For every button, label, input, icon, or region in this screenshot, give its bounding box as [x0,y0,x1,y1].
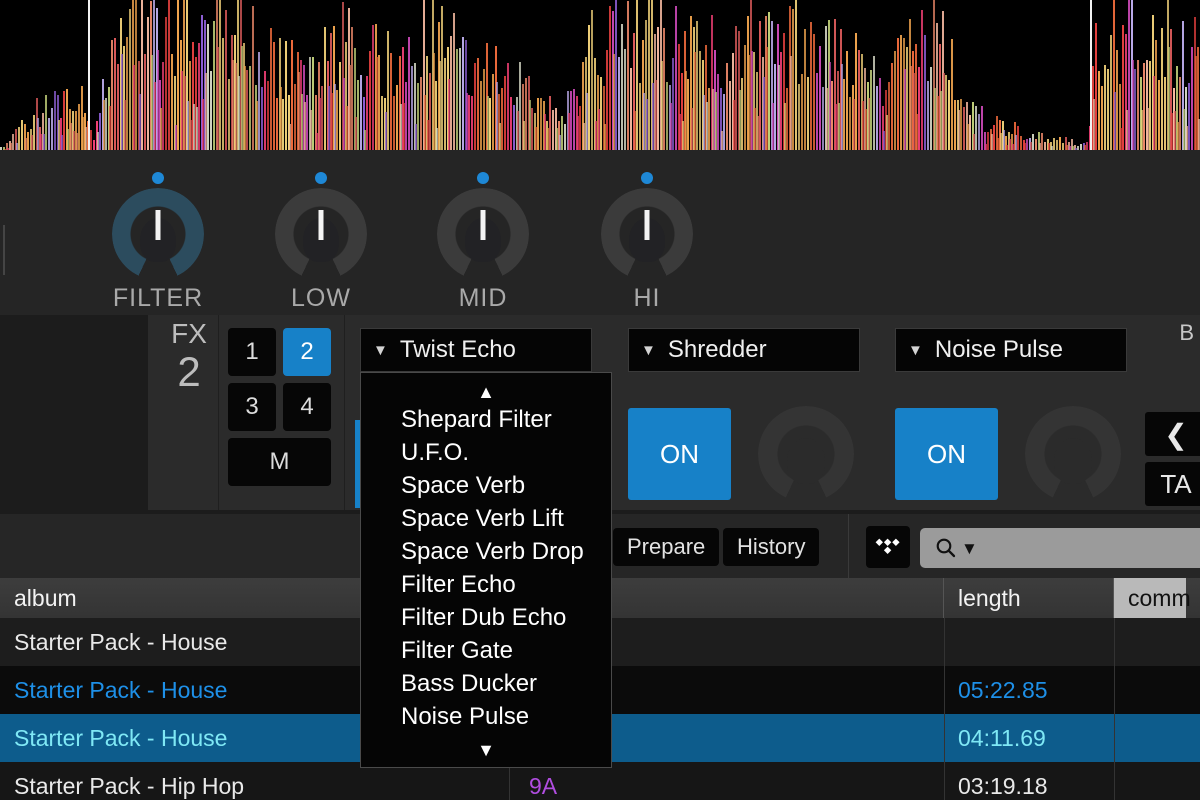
knob-filter-indicator-dot [152,172,164,184]
menu-item[interactable]: Filter Echo [361,568,611,601]
fx-effect-dropdown-menu[interactable]: ▲ Shepard FilterU.F.O.Space VerbSpace Ve… [360,372,612,768]
menu-scroll-down-arrow[interactable]: ▼ [361,739,611,761]
menu-item[interactable]: Space Verb [361,469,611,502]
knob-pointer [156,210,161,240]
knob-cap [1054,438,1092,484]
fx-slot-3-select[interactable]: ▼ Noise Pulse [895,328,1127,372]
knob-cap[interactable] [303,218,339,262]
cell-comment [1114,762,1200,800]
menu-item-list: Shepard FilterU.F.O.Space VerbSpace Verb… [361,403,611,733]
chevron-down-icon: ▼ [908,343,923,358]
column-header-length[interactable]: length [944,578,1114,618]
fx-divider-2 [344,315,345,510]
menu-item[interactable]: Filter Gate [361,634,611,667]
fx-slot-2-amount-knob[interactable] [758,406,854,502]
knob-pointer [645,210,650,240]
search-input[interactable]: ▼ [920,528,1200,568]
knob-pointer [319,210,324,240]
search-icon [934,536,958,560]
menu-item[interactable]: Bass Ducker [361,667,611,700]
tidal-logo-icon[interactable] [866,526,910,568]
fx-slot-2-select[interactable]: ▼ Shredder [628,328,860,372]
menu-scroll-up-arrow[interactable]: ▲ [361,381,611,403]
chevron-down-icon: ▼ [373,343,388,358]
nav-back-button[interactable]: ❮ [1145,412,1200,456]
panel-edge-tick [3,225,5,275]
menu-item[interactable]: Shepard Filter [361,403,611,436]
menu-item[interactable]: Filter Dub Echo [361,601,611,634]
knob-low[interactable]: LOW [261,172,381,313]
fx-unit-number: 2 [158,350,220,394]
knob-cap[interactable] [465,218,501,262]
cell-comment [1114,666,1200,714]
eq-filter-panel: FILTER LOW MID HI [0,150,1200,315]
fx-unit-identifier: FX 2 [158,318,220,394]
fx-slot-2: ▼ Shredder [628,328,860,372]
fx-slot-3-amount-knob[interactable] [1025,406,1121,502]
fx-slot-1: ▼ Twist Echo [360,328,592,372]
knob-label: FILTER [98,284,218,313]
fx-slot-3-name: Noise Pulse [935,336,1063,364]
knob-hi-indicator-dot [641,172,653,184]
fx-pad-m[interactable]: M [228,438,331,486]
chevron-down-icon: ▼ [641,343,656,358]
cell-length: 05:22.85 [944,666,1114,714]
fx-pad-1[interactable]: 1 [228,328,276,376]
fx-pad-3[interactable]: 3 [228,383,276,431]
fx-pad-2[interactable]: 2 [283,328,331,376]
knob-label: HI [587,284,707,313]
fx-slot-3: ▼ Noise Pulse [895,328,1127,372]
toolbar-divider [848,514,849,578]
waveform-canvas [0,0,1200,150]
column-header-comment[interactable]: comm [1114,578,1186,618]
menu-item[interactable]: Space Verb Lift [361,502,611,535]
search-dropdown-caret[interactable]: ▼ [961,540,978,557]
knob-cap[interactable] [629,218,665,262]
fx-slot-2-name: Shredder [668,336,767,364]
knob-hi[interactable]: HI [587,172,707,313]
tab-prepare[interactable]: Prepare [613,528,719,566]
knob-cap [787,438,825,484]
deck-b-label: B [1179,320,1194,346]
cell-length: 03:19.18 [944,762,1114,800]
menu-item[interactable]: U.F.O. [361,436,611,469]
tab-history[interactable]: History [723,528,819,566]
menu-item[interactable]: Space Verb Drop [361,535,611,568]
waveform-display[interactable] [0,0,1200,150]
cell-comment [1114,618,1200,666]
fx-pad-4[interactable]: 4 [283,383,331,431]
cell-comment [1114,714,1200,762]
knob-cap[interactable] [140,218,176,262]
knob-label: LOW [261,284,381,313]
fx-slot-1-name: Twist Echo [400,336,516,364]
cell-length [944,618,1114,666]
knob-low-indicator-dot [315,172,327,184]
knob-label: MID [423,284,543,313]
fx-unit-word: FX [158,318,220,350]
menu-item[interactable]: Noise Pulse [361,700,611,733]
cell-length: 04:11.69 [944,714,1114,762]
knob-mid[interactable]: MID [423,172,543,313]
knob-pointer [481,210,486,240]
knob-mid-indicator-dot [477,172,489,184]
fx-slot-1-select[interactable]: ▼ Twist Echo [360,328,592,372]
fx-slot-2-on-button[interactable]: ON [628,408,731,500]
tap-tempo-button[interactable]: TA [1145,462,1200,506]
dj-software-window: FILTER LOW MID HI FX 2 1234 M ▼ Twist Echo ▼ Sh… [0,0,1200,800]
fx-slot-3-on-button[interactable]: ON [895,408,998,500]
knob-filter[interactable]: FILTER [98,172,218,313]
